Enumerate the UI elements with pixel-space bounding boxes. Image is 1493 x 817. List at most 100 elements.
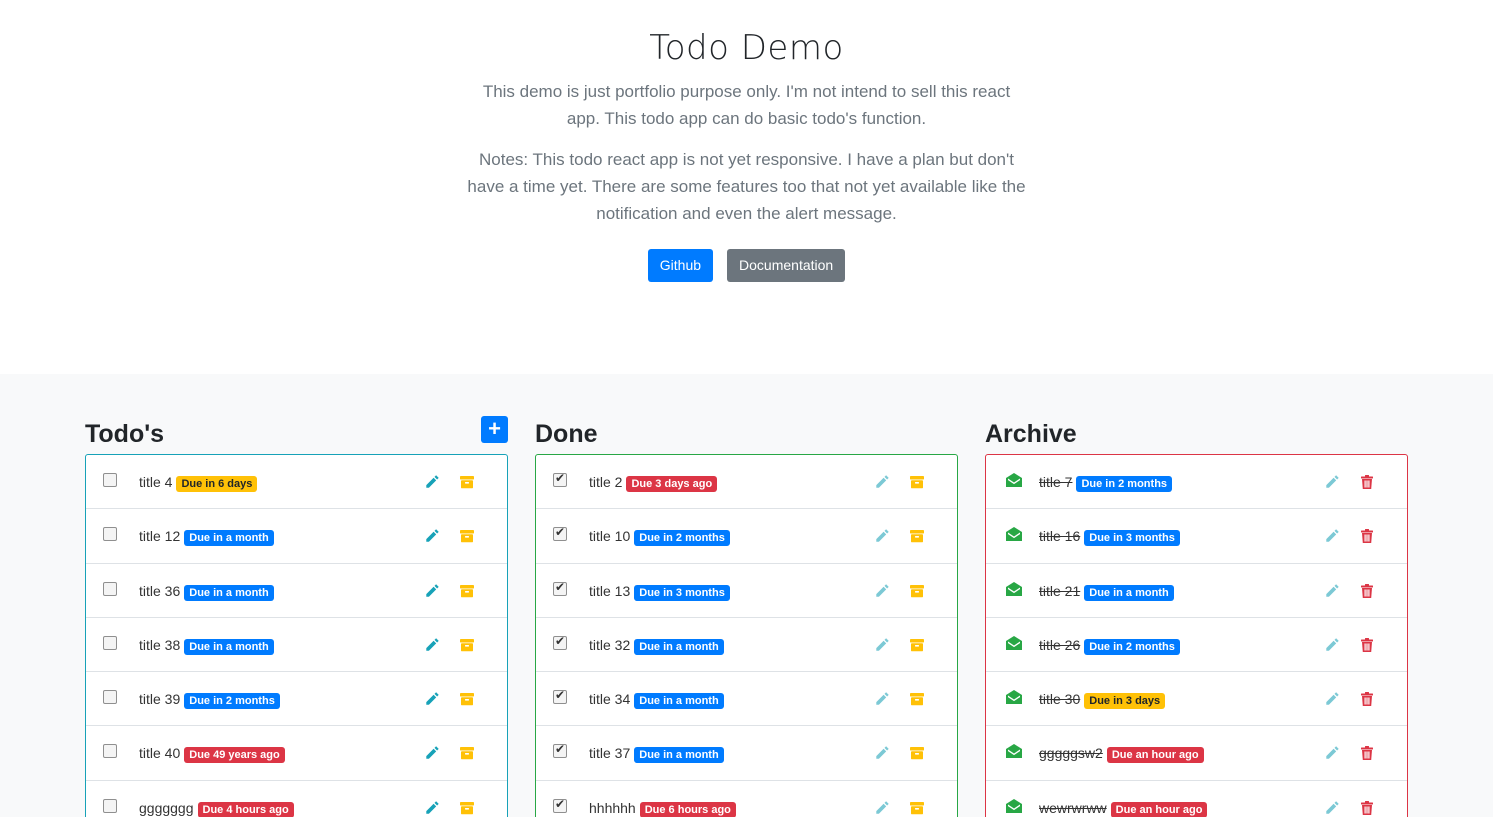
pencil-icon[interactable]: [874, 691, 890, 707]
archive-box-icon[interactable]: [459, 528, 475, 544]
archive-item: title 7 Due in 2 months: [986, 455, 1407, 510]
pencil-icon[interactable]: [1324, 745, 1340, 761]
archive-box-icon[interactable]: [909, 745, 925, 761]
archive-box-icon[interactable]: [459, 745, 475, 761]
due-badge: Due in 3 months: [634, 584, 730, 601]
item-title: title 37: [589, 745, 631, 762]
todo-checkbox[interactable]: [103, 690, 117, 705]
restore-icon[interactable]: [1005, 472, 1023, 488]
pencil-icon[interactable]: [874, 745, 890, 761]
item-title: title 39: [139, 691, 181, 708]
hero-buttons: Github Documentation: [0, 249, 1493, 282]
due-badge: Due in a month: [634, 693, 724, 710]
archive-box-icon[interactable]: [909, 528, 925, 544]
due-badge: Due in 2 months: [1084, 638, 1180, 655]
restore-icon[interactable]: [1005, 635, 1023, 651]
todo-checkbox[interactable]: [103, 473, 117, 487]
trash-icon[interactable]: [1359, 637, 1375, 653]
pencil-icon[interactable]: [874, 800, 890, 816]
pencil-icon[interactable]: [874, 637, 890, 653]
pencil-icon[interactable]: [424, 583, 440, 599]
archive-item: title 26 Due in 2 months: [986, 618, 1407, 673]
pencil-icon[interactable]: [424, 800, 440, 816]
due-badge: Due in 2 months: [1076, 476, 1173, 492]
todo-checkbox[interactable]: [553, 525, 567, 542]
todo-checkbox[interactable]: [553, 688, 567, 705]
item-title: gggggsw2: [1039, 745, 1103, 762]
pencil-icon[interactable]: [1324, 800, 1340, 816]
todo-checkbox[interactable]: [103, 798, 117, 813]
archive-box-icon[interactable]: [909, 583, 925, 599]
pencil-icon[interactable]: [874, 583, 890, 599]
todo-checkbox[interactable]: [553, 742, 567, 759]
due-badge: Due in a month: [184, 638, 274, 655]
archive-box-icon[interactable]: [459, 474, 475, 490]
todo-item: title 4 Due in 6 days: [86, 455, 507, 510]
pencil-icon[interactable]: [1324, 583, 1340, 599]
restore-icon[interactable]: [1005, 743, 1023, 759]
item-title: title 10: [589, 528, 631, 545]
trash-icon[interactable]: [1359, 691, 1375, 707]
done-column-title: Done: [535, 420, 598, 448]
trash-icon[interactable]: [1359, 474, 1375, 490]
todo-checkbox[interactable]: [553, 580, 567, 596]
archive-box-icon[interactable]: [909, 474, 925, 490]
archive-box-icon[interactable]: [459, 637, 475, 653]
todo-checkbox[interactable]: [103, 635, 117, 650]
done-item: title 13Due in 3 months: [536, 564, 957, 618]
restore-icon[interactable]: [1005, 689, 1023, 705]
due-badge: Due an hour ago: [1110, 801, 1208, 817]
archive-box-icon[interactable]: [459, 583, 475, 599]
hero-section: Todo Demo This demo is just portfolio pu…: [0, 0, 1493, 374]
trash-icon[interactable]: [1359, 528, 1375, 544]
github-button[interactable]: Github: [647, 249, 714, 282]
pencil-icon[interactable]: [874, 474, 890, 490]
archive-box-icon[interactable]: [909, 800, 925, 816]
restore-icon[interactable]: [1005, 798, 1023, 814]
pencil-icon[interactable]: [1324, 637, 1340, 653]
documentation-button[interactable]: Documentation: [727, 249, 846, 282]
todo-item: title 12 Due in a month: [86, 509, 507, 564]
todo-list: title 4 Due in 6 days title 12 Due in a mon…: [85, 454, 508, 817]
pencil-icon[interactable]: [1324, 691, 1340, 707]
archive-box-icon[interactable]: [909, 691, 925, 707]
add-todo-button[interactable]: +: [481, 416, 508, 443]
archive-box-icon[interactable]: [909, 637, 925, 653]
item-label: gggggsw2 Due an hour ago: [1039, 745, 1204, 764]
todo-checkbox[interactable]: [553, 634, 567, 650]
item-label: title 2 Due 3 days ago: [589, 474, 718, 492]
item-label: title 30 Due in 3 days: [1039, 691, 1166, 710]
trash-icon[interactable]: [1359, 745, 1375, 761]
todo-checkbox[interactable]: [103, 581, 117, 596]
item-label: wewrwrww Due an hour ago: [1039, 800, 1208, 817]
todo-checkbox[interactable]: [553, 797, 567, 813]
hero-description: This demo is just portfolio purpose only…: [482, 82, 1011, 128]
todo-checkbox[interactable]: [103, 744, 117, 759]
todo-checkbox[interactable]: [103, 527, 117, 542]
todo-checkbox[interactable]: [553, 471, 567, 487]
board: Todo's + title 4 Due in 6 days title 12 Due…: [0, 374, 1493, 817]
pencil-icon[interactable]: [1324, 474, 1340, 490]
due-badge: Due in a month: [184, 530, 274, 547]
pencil-icon[interactable]: [424, 691, 440, 707]
restore-icon[interactable]: [1005, 581, 1023, 597]
archive-list: title 7 Due in 2 months title 16 Due in 3 m…: [985, 454, 1408, 817]
trash-icon[interactable]: [1359, 800, 1375, 816]
item-label: title 38 Due in a month: [139, 637, 274, 655]
pencil-icon[interactable]: [1324, 528, 1340, 544]
restore-icon[interactable]: [1005, 526, 1023, 542]
pencil-icon[interactable]: [424, 528, 440, 544]
due-badge: Due in 3 days: [1084, 693, 1166, 710]
pencil-icon[interactable]: [424, 637, 440, 653]
done-item: title 37Due in a month: [536, 726, 957, 781]
done-item: title 32Due in a month: [536, 618, 957, 673]
done-item: hhhhhhDue 6 hours ago: [536, 781, 957, 817]
pencil-icon[interactable]: [874, 528, 890, 544]
pencil-icon[interactable]: [424, 745, 440, 761]
archive-box-icon[interactable]: [459, 800, 475, 816]
archive-box-icon[interactable]: [459, 691, 475, 707]
due-badge: Due 4 hours ago: [197, 801, 294, 817]
trash-icon[interactable]: [1359, 583, 1375, 599]
pencil-icon[interactable]: [424, 474, 440, 490]
archive-item: title 30 Due in 3 days: [986, 672, 1407, 727]
